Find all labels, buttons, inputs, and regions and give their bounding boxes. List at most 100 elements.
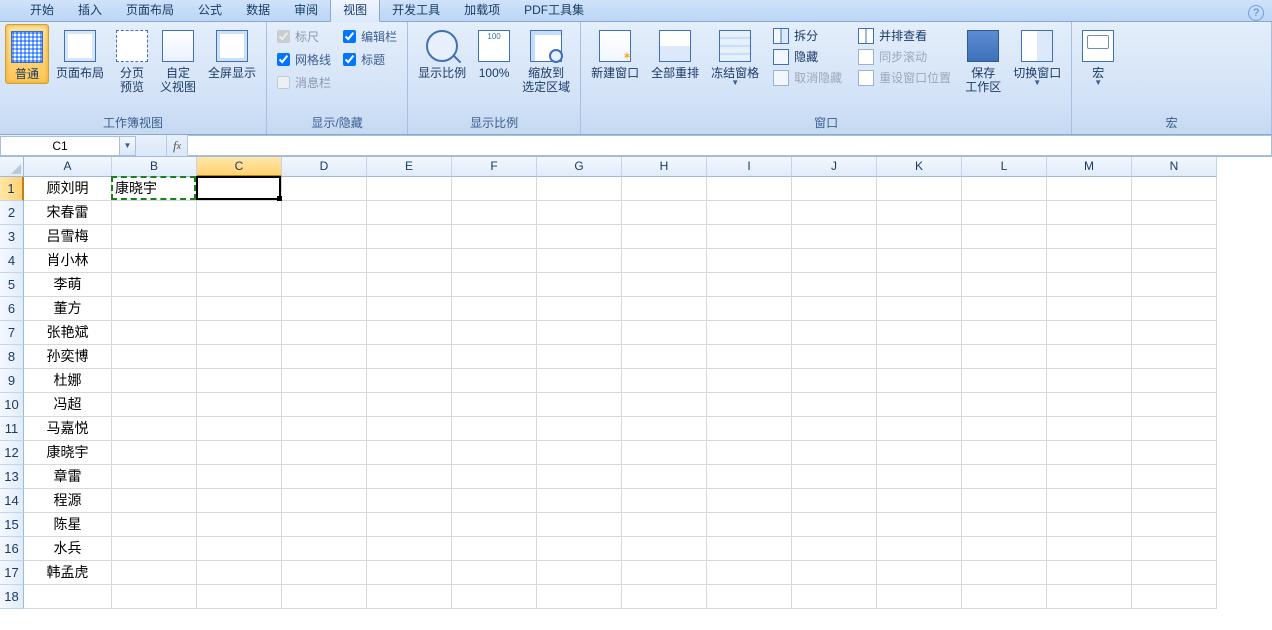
- cell-M2[interactable]: [1047, 201, 1132, 225]
- cell-N8[interactable]: [1132, 345, 1217, 369]
- cell-J16[interactable]: [792, 537, 877, 561]
- row-header-9[interactable]: 9: [0, 369, 24, 393]
- cell-H8[interactable]: [622, 345, 707, 369]
- view-normal-button[interactable]: 普通: [5, 24, 49, 84]
- cell-D4[interactable]: [282, 249, 367, 273]
- cell-D6[interactable]: [282, 297, 367, 321]
- macros-button[interactable]: 宏 ▼: [1077, 24, 1119, 88]
- cell-A7[interactable]: 张艳斌: [24, 321, 112, 345]
- row-header-8[interactable]: 8: [0, 345, 24, 369]
- view-custom-button[interactable]: 自定 义视图: [155, 24, 201, 96]
- cell-E6[interactable]: [367, 297, 452, 321]
- column-header-N[interactable]: N: [1132, 157, 1217, 177]
- row-header-5[interactable]: 5: [0, 273, 24, 297]
- cell-C13[interactable]: [197, 465, 282, 489]
- cell-C9[interactable]: [197, 369, 282, 393]
- row-header-7[interactable]: 7: [0, 321, 24, 345]
- cell-B18[interactable]: [112, 585, 197, 609]
- tab-view[interactable]: 视图: [330, 0, 380, 22]
- split-button[interactable]: 拆分: [769, 26, 846, 45]
- column-header-H[interactable]: H: [622, 157, 707, 177]
- cell-C16[interactable]: [197, 537, 282, 561]
- cell-I10[interactable]: [707, 393, 792, 417]
- cell-I8[interactable]: [707, 345, 792, 369]
- cell-C18[interactable]: [197, 585, 282, 609]
- cell-M4[interactable]: [1047, 249, 1132, 273]
- row-header-1[interactable]: 1: [0, 177, 24, 201]
- cell-D8[interactable]: [282, 345, 367, 369]
- cell-M17[interactable]: [1047, 561, 1132, 585]
- cell-F13[interactable]: [452, 465, 537, 489]
- tab-pagelayout[interactable]: 页面布局: [114, 0, 186, 21]
- cell-K17[interactable]: [877, 561, 962, 585]
- chk-gridlines[interactable]: 网格线: [277, 51, 331, 68]
- cell-H2[interactable]: [622, 201, 707, 225]
- cell-B15[interactable]: [112, 513, 197, 537]
- cell-F5[interactable]: [452, 273, 537, 297]
- cell-L13[interactable]: [962, 465, 1047, 489]
- column-header-I[interactable]: I: [707, 157, 792, 177]
- cell-G2[interactable]: [537, 201, 622, 225]
- cell-K1[interactable]: [877, 177, 962, 201]
- cell-F16[interactable]: [452, 537, 537, 561]
- zoom-selection-button[interactable]: 缩放到 选定区域: [517, 24, 575, 96]
- cell-L7[interactable]: [962, 321, 1047, 345]
- chk-headings[interactable]: 标题: [343, 51, 397, 68]
- cell-D1[interactable]: [282, 177, 367, 201]
- cell-K5[interactable]: [877, 273, 962, 297]
- cell-K10[interactable]: [877, 393, 962, 417]
- cell-J8[interactable]: [792, 345, 877, 369]
- cell-H11[interactable]: [622, 417, 707, 441]
- cell-G7[interactable]: [537, 321, 622, 345]
- cell-D2[interactable]: [282, 201, 367, 225]
- cell-A10[interactable]: 冯超: [24, 393, 112, 417]
- row-header-16[interactable]: 16: [0, 537, 24, 561]
- cell-D11[interactable]: [282, 417, 367, 441]
- cell-I11[interactable]: [707, 417, 792, 441]
- cell-B13[interactable]: [112, 465, 197, 489]
- cell-G3[interactable]: [537, 225, 622, 249]
- cell-L1[interactable]: [962, 177, 1047, 201]
- cell-N2[interactable]: [1132, 201, 1217, 225]
- cell-N18[interactable]: [1132, 585, 1217, 609]
- cell-H5[interactable]: [622, 273, 707, 297]
- column-header-J[interactable]: J: [792, 157, 877, 177]
- column-header-L[interactable]: L: [962, 157, 1047, 177]
- cell-I17[interactable]: [707, 561, 792, 585]
- cell-E17[interactable]: [367, 561, 452, 585]
- arrange-all-button[interactable]: 全部重排: [646, 24, 704, 82]
- cell-I14[interactable]: [707, 489, 792, 513]
- cell-H1[interactable]: [622, 177, 707, 201]
- cell-I13[interactable]: [707, 465, 792, 489]
- cell-B3[interactable]: [112, 225, 197, 249]
- cell-K16[interactable]: [877, 537, 962, 561]
- cell-G11[interactable]: [537, 417, 622, 441]
- cell-E18[interactable]: [367, 585, 452, 609]
- cell-A2[interactable]: 宋春雷: [24, 201, 112, 225]
- cell-D10[interactable]: [282, 393, 367, 417]
- cell-K4[interactable]: [877, 249, 962, 273]
- cell-H6[interactable]: [622, 297, 707, 321]
- cell-M16[interactable]: [1047, 537, 1132, 561]
- cell-D12[interactable]: [282, 441, 367, 465]
- cell-E3[interactable]: [367, 225, 452, 249]
- cell-N10[interactable]: [1132, 393, 1217, 417]
- cell-H18[interactable]: [622, 585, 707, 609]
- row-header-17[interactable]: 17: [0, 561, 24, 585]
- cell-N16[interactable]: [1132, 537, 1217, 561]
- cell-A4[interactable]: 肖小林: [24, 249, 112, 273]
- cell-N1[interactable]: [1132, 177, 1217, 201]
- cell-B2[interactable]: [112, 201, 197, 225]
- cell-N4[interactable]: [1132, 249, 1217, 273]
- cell-I15[interactable]: [707, 513, 792, 537]
- cell-G4[interactable]: [537, 249, 622, 273]
- cell-K9[interactable]: [877, 369, 962, 393]
- cell-K12[interactable]: [877, 441, 962, 465]
- cell-M7[interactable]: [1047, 321, 1132, 345]
- cell-M8[interactable]: [1047, 345, 1132, 369]
- new-window-button[interactable]: 新建窗口: [586, 24, 644, 82]
- cell-C6[interactable]: [197, 297, 282, 321]
- cell-A5[interactable]: 李萌: [24, 273, 112, 297]
- cell-F1[interactable]: [452, 177, 537, 201]
- cell-M5[interactable]: [1047, 273, 1132, 297]
